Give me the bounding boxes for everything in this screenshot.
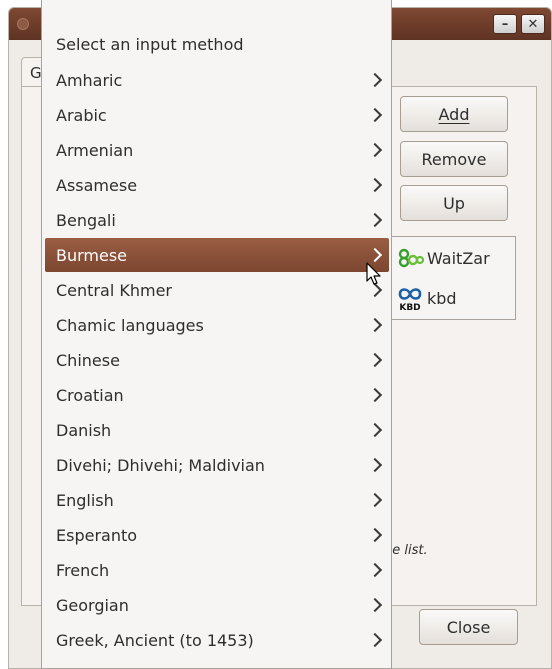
menu-item-label: French <box>56 560 110 580</box>
chevron-right-icon <box>367 387 383 403</box>
chevron-right-icon <box>367 422 383 438</box>
close-button-label: Close <box>446 617 491 637</box>
chevron-right-icon <box>367 212 383 228</box>
chevron-right-icon <box>367 72 383 88</box>
menu-item-label: Central Khmer <box>56 280 172 300</box>
menu-item-chinese[interactable]: Chinese <box>45 343 389 377</box>
chevron-right-icon <box>367 632 383 648</box>
close-button[interactable]: Close <box>419 609 518 645</box>
remove-button-label: Remove <box>421 149 487 169</box>
menu-item-label: Burmese <box>56 245 128 265</box>
up-button[interactable]: Up <box>400 185 508 221</box>
menu-item-danish[interactable]: Danish <box>45 413 389 447</box>
menu-item-label: Chamic languages <box>56 315 204 335</box>
menu-item-amharic[interactable]: Amharic <box>45 63 389 97</box>
input-method-menu: Select an input method Amharic Arabic Arme… <box>41 0 392 669</box>
minimize-button[interactable]: – <box>493 14 517 34</box>
menu-item-label: Bengali <box>56 210 116 230</box>
chevron-right-icon <box>367 247 383 263</box>
close-icon: ✕ <box>527 16 539 32</box>
remove-button[interactable]: Remove <box>400 141 508 177</box>
submenu-item-kbd[interactable]: KBD kbd <box>396 280 512 316</box>
chevron-right-icon <box>367 562 383 578</box>
chevron-right-icon <box>367 352 383 368</box>
kbd-icon: KBD <box>398 288 422 312</box>
menu-item-label: Chinese <box>56 350 120 370</box>
submenu-item-label: WaitZar <box>427 248 490 268</box>
add-button-label: Add <box>438 104 470 124</box>
minimize-icon: – <box>501 16 509 32</box>
chevron-right-icon <box>367 457 383 473</box>
menu-item-label: Arabic <box>56 105 107 125</box>
submenu-item-label: kbd <box>427 288 457 308</box>
mouse-cursor-icon <box>366 262 381 285</box>
menu-item-burmese[interactable]: Burmese <box>45 238 389 272</box>
chevron-right-icon <box>367 597 383 613</box>
chevron-right-icon <box>367 107 383 123</box>
menu-item-assamese[interactable]: Assamese <box>45 168 389 202</box>
menu-item-central-khmer[interactable]: Central Khmer <box>45 273 389 307</box>
waitzar-icon <box>398 248 424 268</box>
menu-item-greek-ancient-to-1453[interactable]: Greek, Ancient (to 1453) <box>45 623 389 657</box>
menu-item-label: Danish <box>56 420 112 440</box>
burmese-submenu: WaitZar KBD kbd <box>391 236 516 320</box>
submenu-item-waitzar[interactable]: WaitZar <box>396 240 512 276</box>
menu-item-label: Armenian <box>56 140 134 160</box>
menu-item-chamic-languages[interactable]: Chamic languages <box>45 308 389 342</box>
menu-item-label: Assamese <box>56 175 138 195</box>
close-window-button[interactable]: ✕ <box>521 14 545 34</box>
menu-item-label: Greek, Ancient (to 1453) <box>56 630 254 650</box>
menu-item-georgian[interactable]: Georgian <box>45 588 389 622</box>
add-button[interactable]: Add <box>400 96 508 132</box>
menu-item-label: English <box>56 490 114 510</box>
menu-item-label: Esperanto <box>56 525 138 545</box>
chevron-right-icon <box>367 527 383 543</box>
menu-item-croatian[interactable]: Croatian <box>45 378 389 412</box>
menu-item-english[interactable]: English <box>45 483 389 517</box>
menu-item-french[interactable]: French <box>45 553 389 587</box>
chevron-right-icon <box>367 492 383 508</box>
menu-item-label: Croatian <box>56 385 124 405</box>
chevron-right-icon <box>367 177 383 193</box>
up-button-label: Up <box>443 193 465 213</box>
chevron-right-icon <box>367 317 383 333</box>
menu-item-label: Georgian <box>56 595 129 615</box>
tab-label: G <box>30 64 42 82</box>
window-menu-icon[interactable] <box>17 18 29 30</box>
menu-item-arabic[interactable]: Arabic <box>45 98 389 132</box>
menu-item-divehi-dhivehi-maldivian[interactable]: Divehi; Dhivehi; Maldivian <box>45 448 389 482</box>
chevron-right-icon <box>367 142 383 158</box>
menu-item-label: Amharic <box>56 70 123 90</box>
menu-item-armenian[interactable]: Armenian <box>45 133 389 167</box>
kbd-icon-text: KBD <box>399 303 420 312</box>
menu-item-label: Divehi; Dhivehi; Maldivian <box>56 455 265 475</box>
menu-title: Select an input method <box>56 35 244 54</box>
menu-item-esperanto[interactable]: Esperanto <box>45 518 389 552</box>
menu-item-bengali[interactable]: Bengali <box>45 203 389 237</box>
